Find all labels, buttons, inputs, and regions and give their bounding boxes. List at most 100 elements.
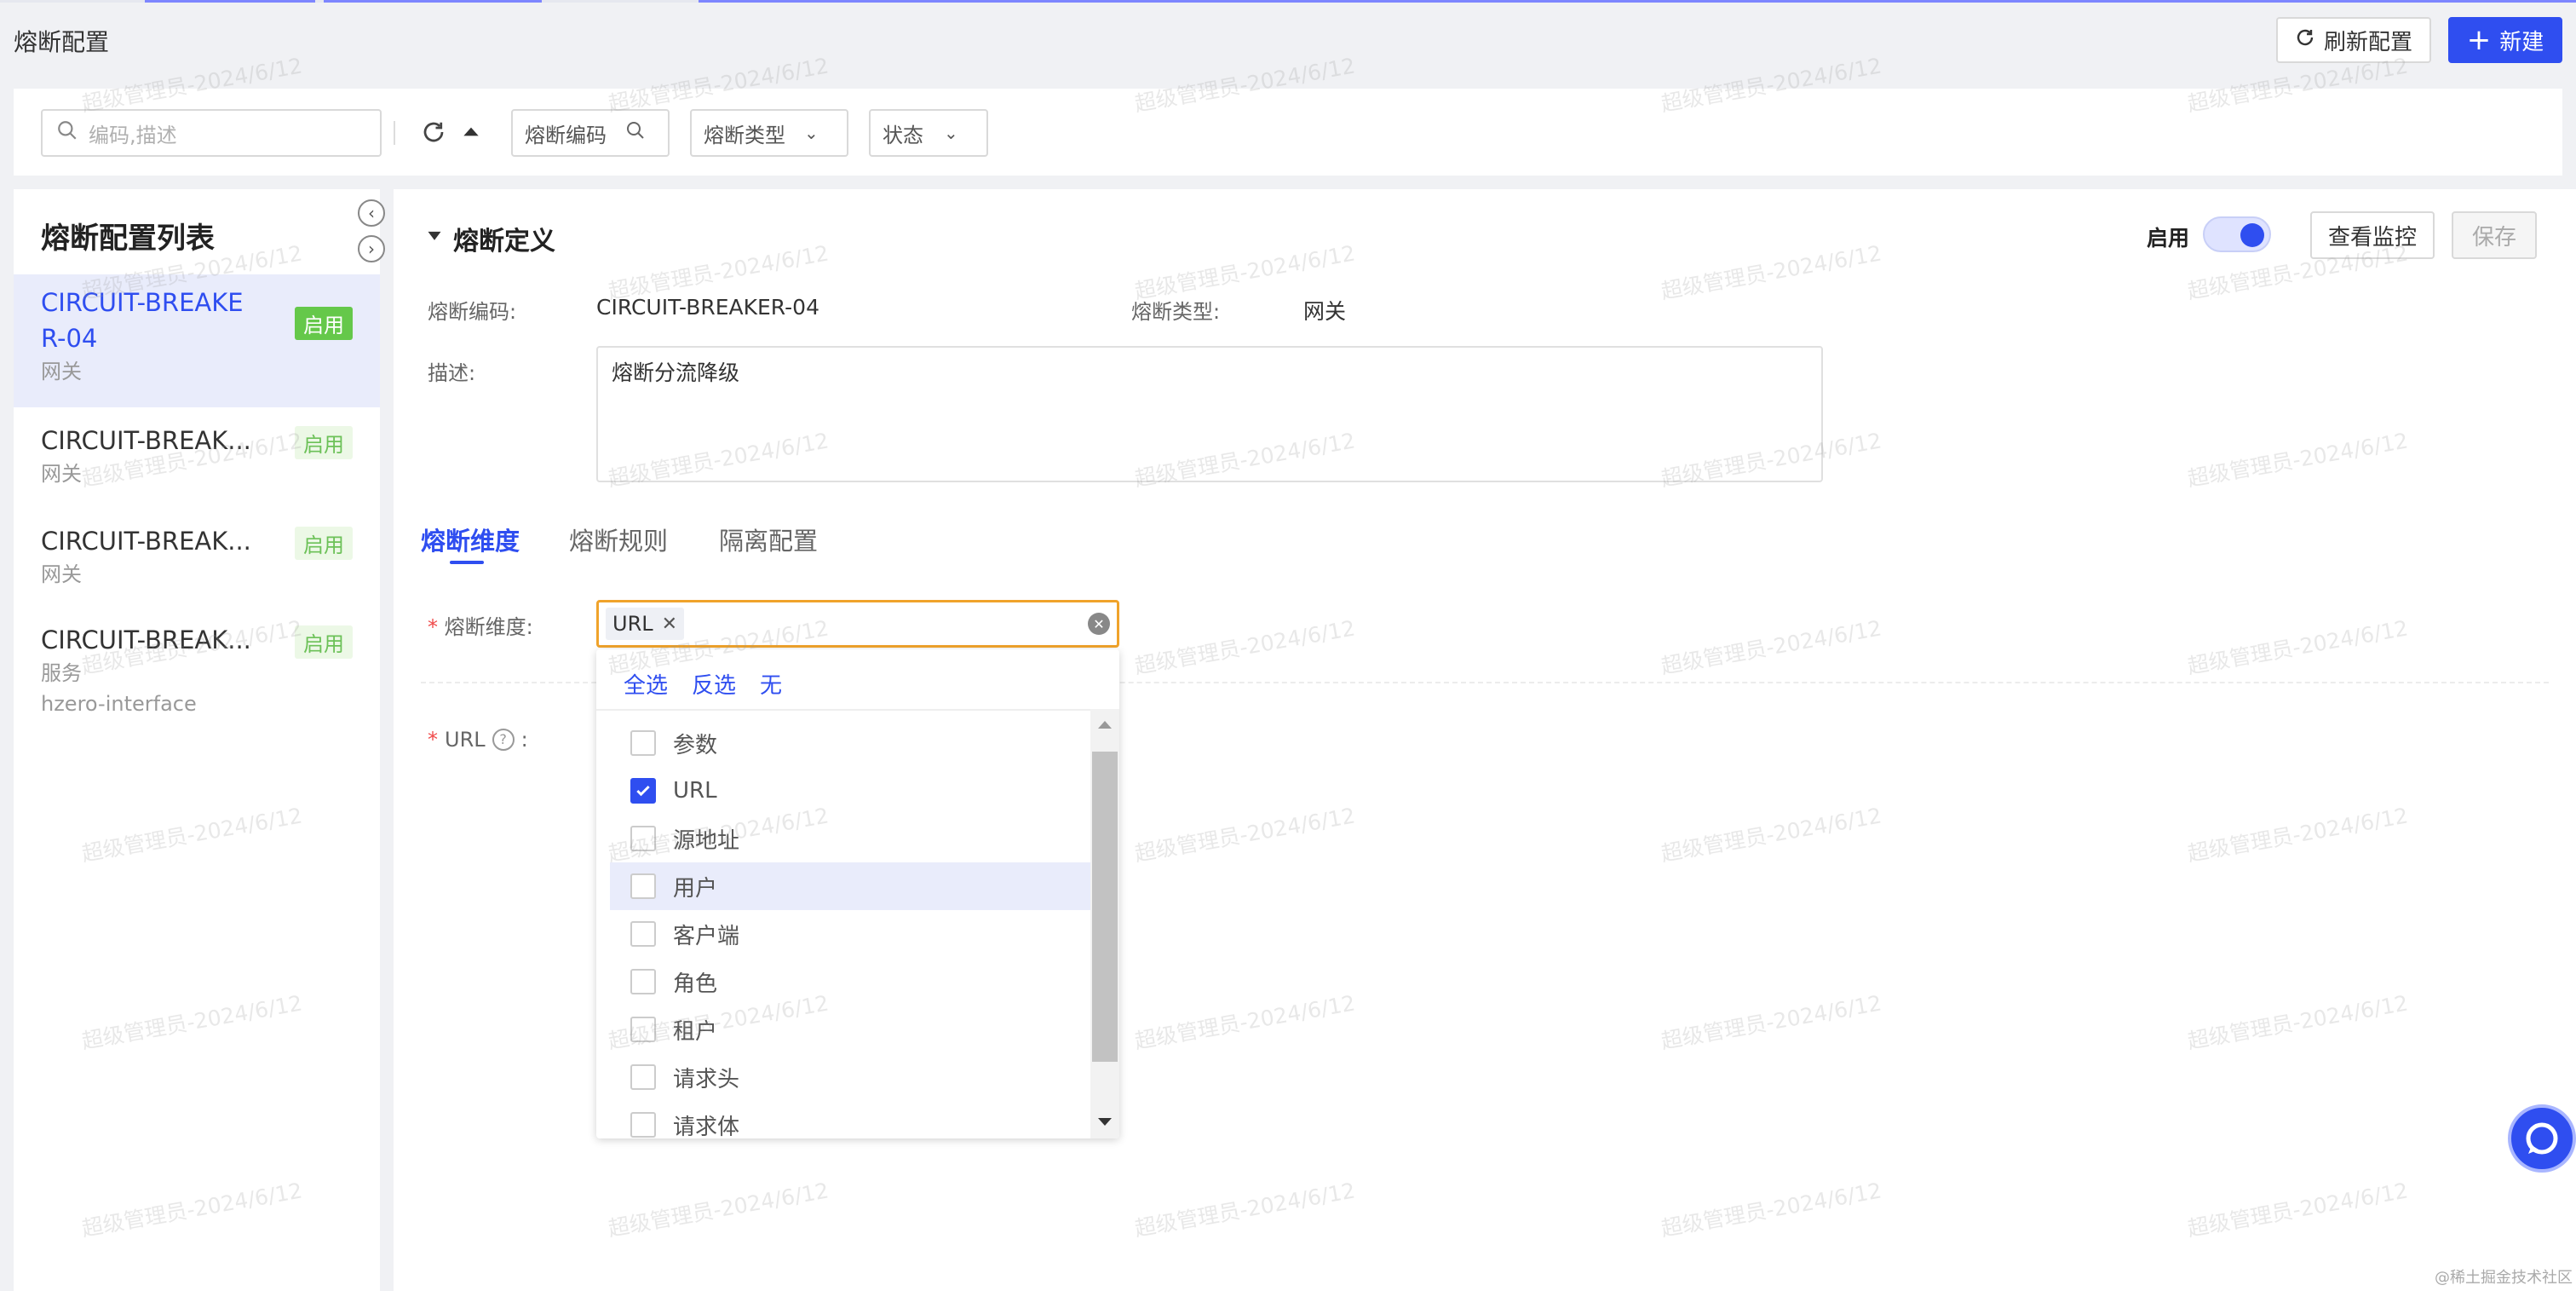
new-label: 新建	[2499, 29, 2544, 55]
chevron-down-icon: ⌄	[804, 123, 819, 143]
selected-tag-label: URL	[612, 612, 653, 636]
dropdown-option[interactable]: 租户	[610, 1006, 1090, 1053]
list-item-type: 网关	[41, 360, 82, 383]
tab-dimension[interactable]: 熔断维度	[421, 522, 520, 557]
option-label: 请求头	[673, 1066, 740, 1092]
option-checkbox[interactable]	[630, 1064, 656, 1090]
option-checkbox[interactable]	[630, 873, 656, 899]
dropdown-option[interactable]: 角色	[610, 958, 1090, 1006]
list-item-type: 网关	[41, 562, 82, 586]
status-badge: 启用	[295, 527, 353, 560]
selected-tag: URL ✕	[606, 608, 685, 640]
option-label: 客户端	[673, 923, 740, 949]
dimension-dropdown: 全选 反选 无 参数 URL 源地址 用户客户端角色租户请求头请求体	[596, 649, 1119, 1138]
status-badge: 启用	[295, 625, 353, 659]
filter-bar: 编码,描述 熔断编码 熔断类型 ⌄ 状态 ⌄	[14, 89, 2562, 176]
option-label: 角色	[673, 971, 718, 997]
code-label: 熔断编码:	[428, 300, 517, 324]
save-button[interactable]: 保存	[2452, 211, 2537, 259]
required-mark: *	[428, 615, 438, 639]
section-title: 熔断定义	[453, 227, 555, 256]
progress-segment	[699, 0, 2576, 3]
code-filter-label: 熔断编码	[525, 123, 607, 147]
progress-segment	[324, 0, 542, 3]
invert-selection-link[interactable]: 反选	[692, 668, 736, 700]
enable-label: 启用	[2147, 226, 2190, 251]
search-icon	[625, 120, 646, 146]
clear-icon[interactable]: ✕	[1088, 613, 1110, 635]
refresh-config-label: 刷新配置	[2323, 29, 2412, 55]
chat-help-button[interactable]	[2508, 1104, 2576, 1173]
list-item-service: hzero-interface	[41, 692, 197, 716]
option-checkbox[interactable]	[630, 778, 656, 804]
chevron-right-icon[interactable]: ›	[358, 235, 385, 262]
type-value: 网关	[1303, 299, 1347, 324]
option-label: 参数	[673, 732, 718, 758]
type-label: 熔断类型:	[1131, 300, 1221, 324]
option-checkbox[interactable]	[630, 1017, 656, 1042]
new-button[interactable]: + 新建	[2448, 17, 2562, 63]
list-item-type: 网关	[41, 462, 82, 486]
dropdown-option[interactable]: 请求头	[610, 1053, 1090, 1101]
collapse-filter-icon[interactable]	[460, 121, 482, 147]
config-list-panel: 熔断配置列表 ‹ › CIRCUIT-BREAKE R-04 网关 启用 CIR…	[14, 189, 385, 1291]
description-textarea[interactable]: 熔断分流降级	[596, 346, 1823, 482]
help-icon[interactable]: ?	[492, 729, 515, 751]
list-item[interactable]: CIRCUIT-BREAK... 服务 hzero-interface 启用	[14, 620, 380, 740]
scroll-down-arrow[interactable]	[1098, 1118, 1112, 1126]
list-item[interactable]: CIRCUIT-BREAKE R-04 网关 启用	[14, 274, 380, 407]
chevron-left-icon[interactable]: ‹	[358, 199, 385, 227]
option-label: 租户	[673, 1018, 718, 1045]
chat-icon	[2526, 1122, 2558, 1155]
dropdown-option[interactable]: 源地址	[610, 815, 1090, 862]
tab-isolation[interactable]: 隔离配置	[719, 522, 818, 557]
dropdown-option[interactable]: 参数	[610, 719, 1090, 767]
view-monitor-label: 查看监控	[2327, 224, 2417, 251]
plus-icon: +	[2466, 23, 2492, 57]
url-label-colon: :	[520, 728, 528, 752]
status-filter-label: 状态	[883, 123, 923, 147]
dropdown-option[interactable]: 请求体	[610, 1101, 1090, 1138]
list-item[interactable]: CIRCUIT-BREAK... 网关 启用	[14, 522, 380, 607]
dropdown-option[interactable]: 客户端	[610, 910, 1090, 958]
option-checkbox[interactable]	[630, 730, 656, 756]
url-label: * URL ? :	[428, 728, 528, 752]
dimension-select[interactable]: URL ✕ ✕	[596, 600, 1119, 648]
dropdown-scrollbar[interactable]	[1090, 709, 1119, 1138]
caret-down-icon[interactable]	[426, 227, 443, 247]
progress-segment	[145, 0, 315, 3]
list-item[interactable]: CIRCUIT-BREAK... 网关 启用	[14, 421, 380, 506]
tag-close-icon[interactable]: ✕	[662, 614, 677, 635]
option-checkbox[interactable]	[630, 1112, 656, 1138]
url-label-text: URL	[445, 728, 486, 752]
status-filter-select[interactable]: 状态 ⌄	[869, 109, 988, 157]
select-none-link[interactable]: 无	[760, 668, 782, 700]
refresh-icon	[2295, 27, 2315, 54]
divider	[394, 121, 395, 145]
option-checkbox[interactable]	[630, 826, 656, 851]
required-mark: *	[428, 728, 438, 752]
tab-active-indicator	[450, 561, 484, 564]
dimension-label: * 熔断维度:	[428, 610, 533, 640]
dropdown-option[interactable]: URL	[610, 767, 1090, 815]
select-all-link[interactable]: 全选	[624, 668, 668, 700]
code-filter-input[interactable]: 熔断编码	[511, 109, 670, 157]
type-filter-select[interactable]: 熔断类型 ⌄	[690, 109, 848, 157]
tab-rules[interactable]: 熔断规则	[569, 522, 668, 557]
status-badge: 启用	[295, 307, 353, 340]
enable-toggle[interactable]	[2203, 216, 2271, 252]
scroll-up-arrow[interactable]	[1098, 721, 1112, 729]
chevron-down-icon: ⌄	[944, 123, 958, 143]
list-title: 熔断配置列表	[41, 222, 215, 256]
search-input[interactable]: 编码,描述	[41, 109, 382, 157]
view-monitor-button[interactable]: 查看监控	[2310, 211, 2435, 259]
reload-icon[interactable]	[421, 119, 446, 148]
option-checkbox[interactable]	[630, 921, 656, 947]
page-title: 熔断配置	[14, 28, 110, 56]
option-checkbox[interactable]	[630, 969, 656, 994]
save-label: 保存	[2471, 224, 2516, 251]
dropdown-option[interactable]: 用户	[610, 862, 1090, 910]
refresh-config-button[interactable]: 刷新配置	[2276, 17, 2431, 63]
footer-watermark: @稀土掘金技术社区	[2435, 1269, 2573, 1287]
scrollbar-thumb[interactable]	[1092, 752, 1118, 1062]
